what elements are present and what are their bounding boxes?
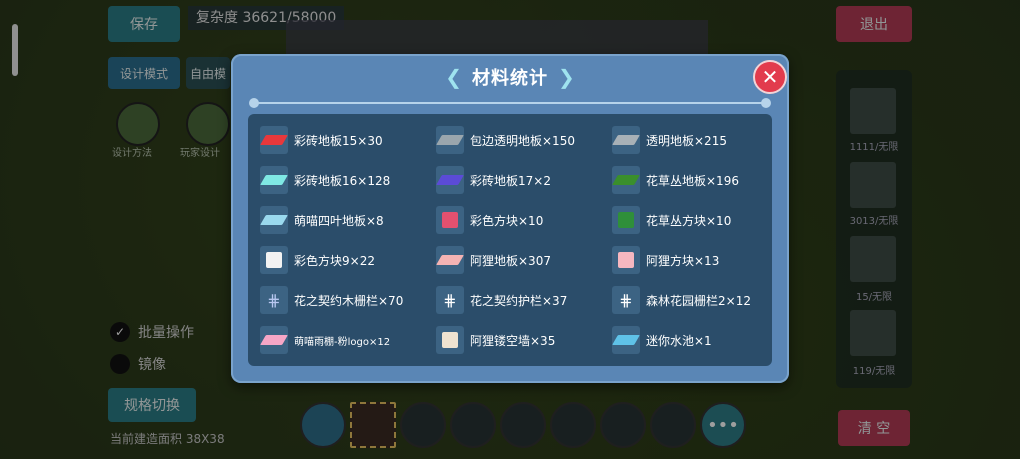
material-label: 透明地板×215 <box>646 133 727 148</box>
close-icon: ✕ <box>761 65 779 89</box>
material-item: 彩砖地板15×30 <box>260 120 436 160</box>
material-label: 萌喵雨棚-粉logo×12 <box>294 336 391 348</box>
clover-floor-icon <box>260 206 288 234</box>
material-label: 阿狸方块×13 <box>646 253 720 268</box>
pink-cube-icon <box>436 206 464 234</box>
material-item: ⋕ 森林花园栅栏2×12 <box>612 280 766 320</box>
material-item: ⋕ 花之契约木栅栏×70 <box>260 280 436 320</box>
mini-pool-icon <box>612 326 640 354</box>
material-label: 彩色方块×10 <box>470 213 544 228</box>
hollow-wall-icon <box>436 326 464 354</box>
right-ornament-icon: ❯ <box>558 65 575 89</box>
material-label: 花草丛地板×196 <box>646 173 739 188</box>
guardrail-icon: ⋕ <box>436 286 464 314</box>
white-cube-icon <box>260 246 288 274</box>
clear-floor-icon <box>612 126 640 154</box>
material-item: 阿狸方块×13 <box>612 240 766 280</box>
material-item: ⋕ 花之契约护栏×37 <box>436 280 612 320</box>
wood-fence-icon: ⋕ <box>260 286 288 314</box>
material-label: 阿狸镂空墙×35 <box>470 333 556 348</box>
material-stats-dialog: ❮ 材料统计 ❯ ✕ 彩砖地板15×30 包边透明地板×150 透明地板×215 彩砖… <box>231 54 789 383</box>
material-label: 迷你水池×1 <box>646 333 712 348</box>
material-label: 森林花园栅栏2×12 <box>646 293 751 308</box>
material-label: 彩砖地板15×30 <box>294 133 383 148</box>
material-item: 萌喵雨棚-粉logo×12 <box>260 320 436 360</box>
pink-awning-icon <box>260 326 288 354</box>
materials-panel: 彩砖地板15×30 包边透明地板×150 透明地板×215 彩砖地板16×128 彩砖地… <box>248 114 772 366</box>
red-floor-icon <box>260 126 288 154</box>
material-item: 萌喵四叶地板×8 <box>260 200 436 240</box>
material-item: 彩砖地板17×2 <box>436 160 612 200</box>
ali-floor-icon <box>436 246 464 274</box>
dialog-header: ❮ 材料统计 ❯ <box>411 62 609 92</box>
material-item: 阿狸镂空墙×35 <box>436 320 612 360</box>
material-item: 花草丛方块×10 <box>612 200 766 240</box>
material-item: 阿狸地板×307 <box>436 240 612 280</box>
grass-cube-icon <box>612 206 640 234</box>
material-label: 萌喵四叶地板×8 <box>294 213 384 228</box>
close-button[interactable]: ✕ <box>753 60 787 94</box>
blue-floor-icon <box>436 166 464 194</box>
material-label: 包边透明地板×150 <box>470 133 575 148</box>
material-label: 花之契约护栏×37 <box>470 293 568 308</box>
title-divider <box>249 98 771 108</box>
material-label: 花之契约木栅栏×70 <box>294 293 404 308</box>
material-item: 彩色方块9×22 <box>260 240 436 280</box>
material-label: 花草丛方块×10 <box>646 213 732 228</box>
dialog-title: 材料统计 <box>472 68 548 89</box>
materials-grid: 彩砖地板15×30 包边透明地板×150 透明地板×215 彩砖地板16×128 彩砖地… <box>260 120 766 360</box>
ali-cube-icon <box>612 246 640 274</box>
material-item: 花草丛地板×196 <box>612 160 766 200</box>
material-label: 阿狸地板×307 <box>470 253 551 268</box>
glass-floor-icon <box>436 126 464 154</box>
material-label: 彩砖地板17×2 <box>470 173 551 188</box>
material-item: 彩色方块×10 <box>436 200 612 240</box>
material-item: 透明地板×215 <box>612 120 766 160</box>
material-label: 彩砖地板16×128 <box>294 173 391 188</box>
left-ornament-icon: ❮ <box>445 65 462 89</box>
material-item: 彩砖地板16×128 <box>260 160 436 200</box>
material-item: 迷你水池×1 <box>612 320 766 360</box>
grass-floor-icon <box>612 166 640 194</box>
cyan-floor-icon <box>260 166 288 194</box>
material-label: 彩色方块9×22 <box>294 253 375 268</box>
garden-fence-icon: ⋕ <box>612 286 640 314</box>
material-item: 包边透明地板×150 <box>436 120 612 160</box>
